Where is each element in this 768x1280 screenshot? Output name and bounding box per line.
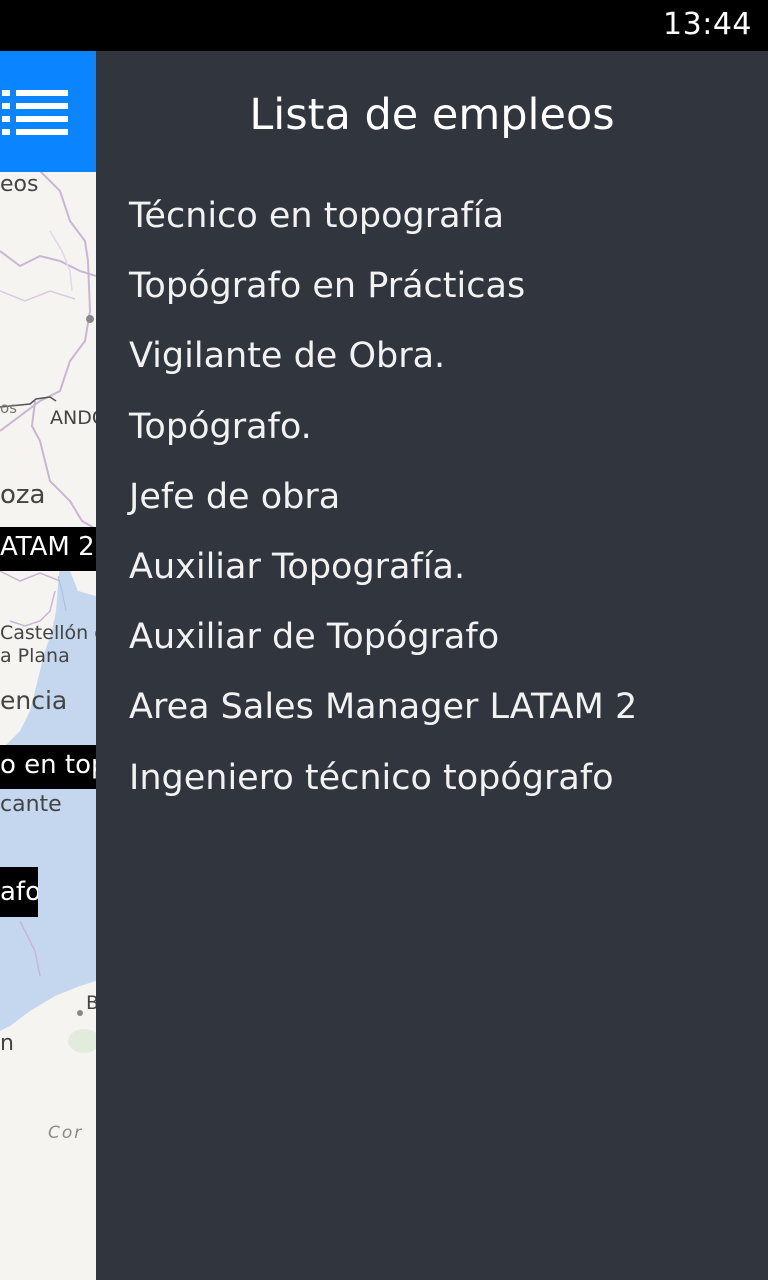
map-label-oza: oza <box>0 480 46 510</box>
map-label-cor: Cor <box>48 1123 84 1143</box>
job-item[interactable]: Ingeniero técnico topógrafo <box>129 743 637 813</box>
job-item[interactable]: Topógrafo. <box>129 392 637 462</box>
map-label-n: n <box>0 1031 14 1056</box>
map-label-leos: eos <box>0 172 39 197</box>
menu-button[interactable] <box>0 51 96 172</box>
map-pin-tecnico[interactable]: o en top <box>0 745 96 789</box>
map-label-b: B <box>86 992 96 1014</box>
map-label-castellon-2: a Plana <box>0 645 70 667</box>
list-icon <box>2 90 68 135</box>
map-pin-topografo[interactable]: afo <box>0 867 38 917</box>
map-pin-latam[interactable]: ATAM 2 <box>0 527 96 571</box>
map-label-ando: ANDO <box>50 407 96 429</box>
map-label-alicante: cante <box>0 792 62 817</box>
map-label-os: os <box>0 399 17 417</box>
drawer-title: Lista de empleos <box>249 90 615 140</box>
map-label-castellon-1: Castellón c <box>0 622 96 644</box>
map-label-valencia: encia <box>0 686 68 715</box>
job-item[interactable]: Vigilante de Obra. <box>129 321 637 391</box>
status-time: 13:44 <box>663 7 752 42</box>
job-list-drawer: Lista de empleos Técnico en topografía T… <box>96 51 768 1280</box>
job-item[interactable]: Auxiliar Topografía. <box>129 532 637 602</box>
job-item[interactable]: Auxiliar de Topógrafo <box>129 602 637 672</box>
job-item[interactable]: Técnico en topografía <box>129 181 637 251</box>
job-item[interactable]: Jefe de obra <box>129 462 637 532</box>
status-bar: 13:44 <box>0 0 768 51</box>
map-view[interactable]: eos os ANDO oza Castellón c a Plana enci… <box>0 51 96 1280</box>
job-item[interactable]: Area Sales Manager LATAM 2 <box>129 672 637 742</box>
job-list: Técnico en topografía Topógrafo en Práct… <box>129 181 637 813</box>
app-screen: 13:44 eos os ANDO oza Castellón c <box>0 0 768 1280</box>
job-item[interactable]: Topógrafo en Prácticas <box>129 251 637 321</box>
